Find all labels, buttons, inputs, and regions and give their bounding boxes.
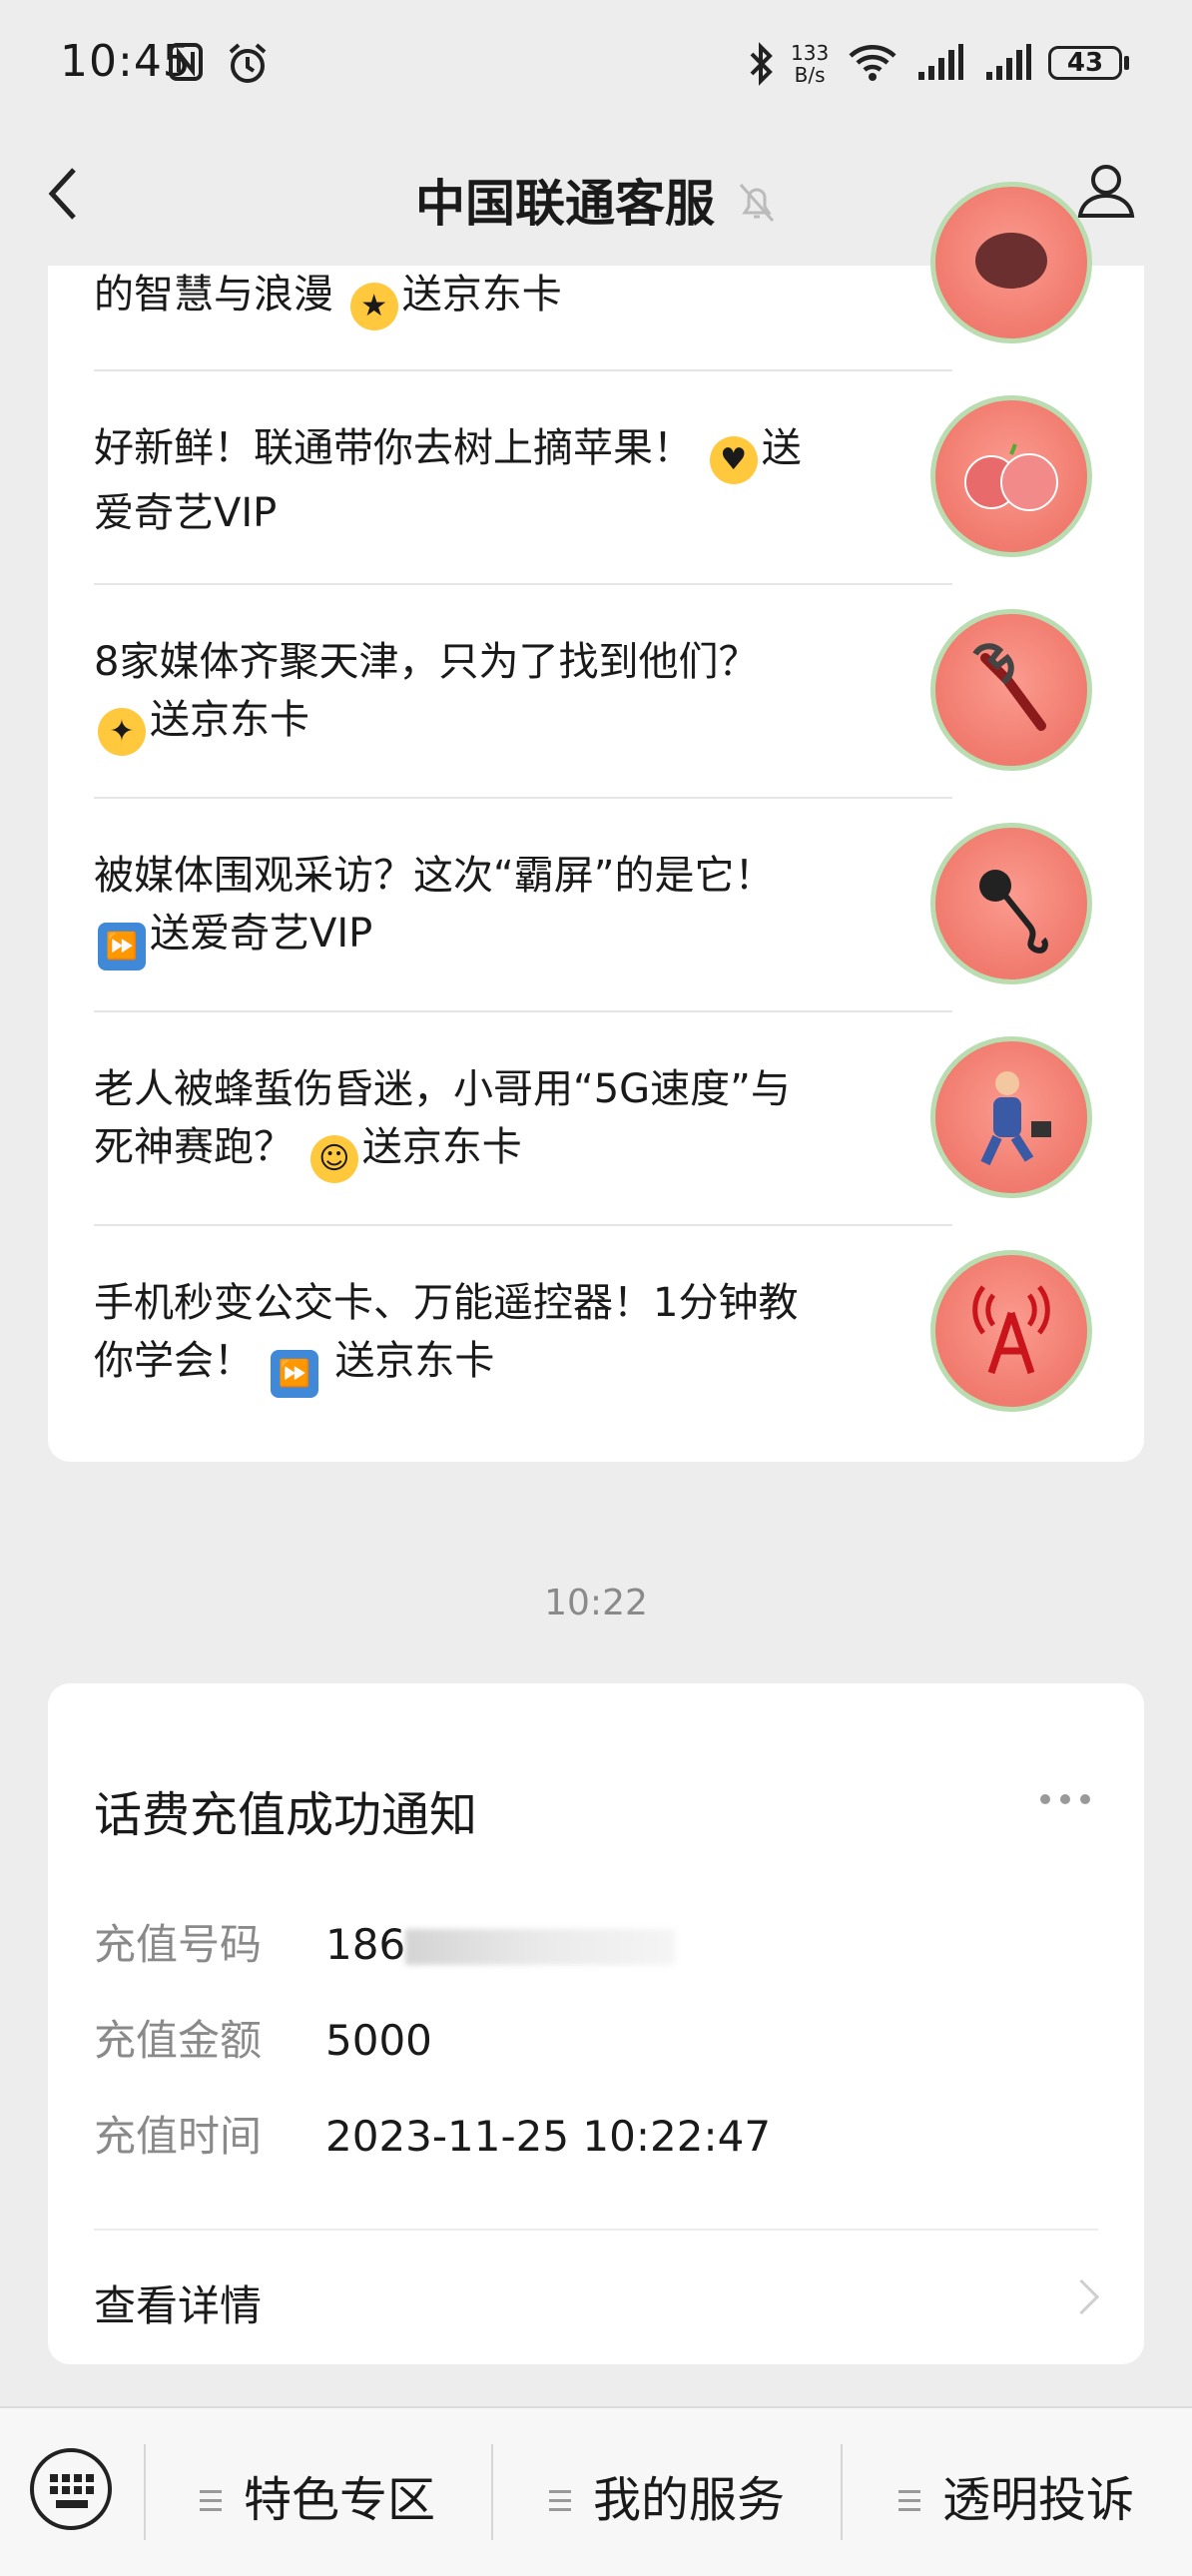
chevron-right-icon xyxy=(1063,2278,1100,2315)
divider xyxy=(94,797,952,799)
net-speed: 133 B/s xyxy=(791,42,829,86)
article-tag: 送京东卡 xyxy=(361,1124,522,1170)
menu-label: 特色专区 xyxy=(244,2472,436,2528)
divider xyxy=(94,1224,952,1226)
article-tag: 送京东卡 xyxy=(150,697,309,743)
article-tag: 送 xyxy=(761,425,802,471)
article-list-card: 的智慧与浪漫 ★ 送京东卡 好新鲜！联通带你去树上摘苹果！ ♥ 送 爱奇艺VIP 8… xyxy=(48,182,1144,1462)
menu-list-icon xyxy=(549,2490,571,2512)
menu-my-services[interactable]: 我的服务 xyxy=(549,2460,785,2530)
menu-complaints[interactable]: 透明投诉 xyxy=(898,2460,1134,2530)
menu-list-icon xyxy=(200,2490,222,2512)
battery-tip xyxy=(1124,56,1129,70)
article-tag: 送京东卡 xyxy=(401,272,562,318)
list-item[interactable]: 手机秒变公交卡、万能遥控器！1分钟教 你学会！ ⏩ 送京东卡 xyxy=(94,1274,952,1398)
menu-list-icon xyxy=(898,2490,920,2512)
wrench-thumbnail-icon[interactable] xyxy=(930,609,1092,771)
signal-2-icon xyxy=(986,44,1031,80)
article-title: 8家媒体齐聚天津，只为了找到他们？ xyxy=(94,639,759,685)
fast-forward-emoji-icon: ⏩ xyxy=(270,1350,318,1398)
article-title: 手机秒变公交卡、万能遥控器！1分钟教 xyxy=(94,1280,799,1326)
mute-bell-icon xyxy=(739,184,775,222)
article-title-line2: 死神赛跑？ xyxy=(94,1124,294,1170)
divider xyxy=(841,2444,843,2540)
recharge-notice-card[interactable]: 话费充值成功通知 充值号码 186 充值金额 5000 充值时间 2023-11-25… xyxy=(48,1683,1144,2364)
article-title-line2: 爱奇艺VIP xyxy=(94,490,278,536)
nfc-icon xyxy=(169,43,203,81)
article-title-line2: 你学会！ xyxy=(94,1338,254,1384)
menu-featured[interactable]: 特色专区 xyxy=(200,2460,435,2530)
keyboard-icon[interactable] xyxy=(30,2448,112,2530)
mug-thumbnail-icon xyxy=(930,182,1092,343)
notice-value: 2023-11-25 10:22:47 xyxy=(325,2112,772,2161)
battery-icon: 43 xyxy=(1048,46,1122,80)
menu-label: 透明投诉 xyxy=(942,2472,1135,2528)
microphone-thumbnail-icon[interactable] xyxy=(930,823,1092,984)
fast-forward-emoji-icon: ⏩ xyxy=(98,923,146,970)
wifi-icon xyxy=(849,45,896,81)
apples-thumbnail-icon[interactable] xyxy=(930,395,1092,557)
party-face-emoji-icon: ✦ xyxy=(98,708,146,756)
article-title: 好新鲜！联通带你去树上摘苹果！ xyxy=(94,425,693,471)
article-title: 老人被蜂蜇伤昏迷，小哥用“5G速度”与 xyxy=(94,1066,791,1112)
notice-label: 充值金额 xyxy=(94,2016,263,2065)
article-tag: 送京东卡 xyxy=(334,1338,495,1384)
menu-label: 我的服务 xyxy=(593,2472,786,2528)
signal-tower-thumbnail-icon[interactable] xyxy=(930,1250,1092,1412)
notice-value: 5000 xyxy=(325,2016,432,2065)
notice-row-amount: 充值金额 5000 xyxy=(94,2007,432,2068)
net-speed-value: 133 xyxy=(791,41,830,65)
divider xyxy=(94,369,952,371)
notice-row-phone: 充值号码 186 xyxy=(94,1911,676,1972)
net-speed-unit: B/s xyxy=(794,63,826,87)
divider xyxy=(94,1010,952,1012)
bluetooth-icon xyxy=(750,42,773,86)
list-item[interactable]: 被媒体围观采访？这次“霸屏”的是它！ ⏩ 送爱奇艺VIP xyxy=(94,847,952,970)
hug-face-emoji-icon: ☺ xyxy=(309,1135,358,1183)
status-bar: 10:45 133 B/s 43 xyxy=(0,0,1192,140)
bottom-menu-bar: 特色专区 我的服务 透明投诉 xyxy=(0,2406,1192,2576)
article-title: 的智慧与浪漫 xyxy=(94,272,333,318)
article-tag: 送爱奇艺VIP xyxy=(150,911,373,957)
list-item[interactable]: 老人被蜂蜇伤昏迷，小哥用“5G速度”与 死神赛跑？ ☺ 送京东卡 xyxy=(94,1060,952,1183)
divider xyxy=(144,2444,146,2540)
notice-value: 186 xyxy=(325,1920,406,1969)
article-title: 被媒体围观采访？这次“霸屏”的是它！ xyxy=(94,853,775,899)
message-timestamp: 10:22 xyxy=(544,1583,648,1623)
redacted-number xyxy=(405,1929,676,1965)
more-options-icon[interactable] xyxy=(1030,1789,1090,1808)
notice-title: 话费充值成功通知 xyxy=(94,1787,478,1843)
notice-label: 充值时间 xyxy=(94,2112,263,2161)
list-item[interactable]: 8家媒体齐聚天津，只为了找到他们？ ✦ 送京东卡 xyxy=(94,633,952,756)
page-title-text: 中国联通客服 xyxy=(415,175,715,233)
notice-label: 充值号码 xyxy=(94,1920,263,1969)
star-eyes-emoji-icon: ★ xyxy=(349,283,398,330)
divider xyxy=(491,2444,493,2540)
notice-row-time: 充值时间 2023-11-25 10:22:47 xyxy=(94,2103,771,2164)
divider xyxy=(94,583,952,585)
alarm-icon xyxy=(229,43,267,83)
signal-1-icon xyxy=(918,44,963,80)
list-item[interactable]: 好新鲜！联通带你去树上摘苹果！ ♥ 送 爱奇艺VIP xyxy=(94,419,952,542)
divider xyxy=(94,2229,1098,2231)
list-item[interactable]: 的智慧与浪漫 ★ 送京东卡 xyxy=(94,266,952,330)
view-details-link[interactable]: 查看详情 xyxy=(94,2272,262,2333)
worker-thumbnail-icon[interactable] xyxy=(930,1036,1092,1198)
hearts-face-emoji-icon: ♥ xyxy=(709,436,758,484)
battery-level: 43 xyxy=(1066,48,1104,78)
